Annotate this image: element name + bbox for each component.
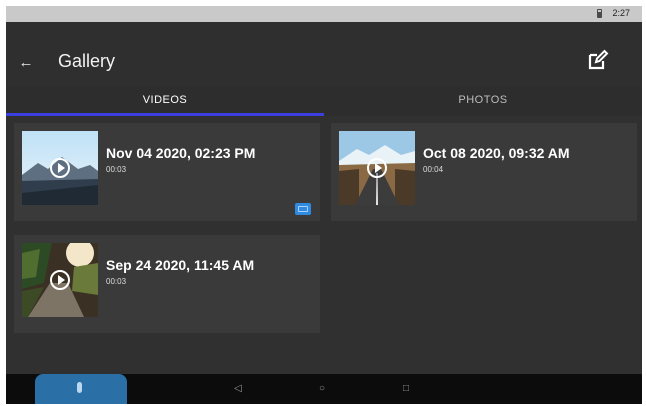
video-card[interactable]: Sep 24 2020, 11:45 AM 00:03 xyxy=(14,235,320,333)
video-duration: 00:03 xyxy=(106,277,127,286)
battery-icon xyxy=(597,9,602,18)
nav-recent-icon[interactable]: □ xyxy=(403,383,409,395)
storage-badge-icon xyxy=(295,203,311,215)
tab-bar: VIDEOS PHOTOS xyxy=(6,86,642,116)
tab-photos-label: PHOTOS xyxy=(458,94,508,106)
video-thumbnail[interactable] xyxy=(22,243,98,317)
video-grid: Nov 04 2020, 02:23 PM 00:03 Oct 08 2020,… xyxy=(6,116,642,374)
status-time: 2:27 xyxy=(612,8,630,18)
video-duration: 00:03 xyxy=(106,165,127,174)
play-icon[interactable] xyxy=(367,158,387,178)
tab-videos[interactable]: VIDEOS xyxy=(6,86,324,116)
video-title: Nov 04 2020, 02:23 PM xyxy=(106,145,256,161)
video-thumbnail[interactable] xyxy=(22,131,98,205)
device-screen: 2:27 ← Gallery VIDEOS PHOTOS Nov 04 2020… xyxy=(6,6,642,404)
nav-home-icon[interactable]: ○ xyxy=(319,383,325,395)
play-icon[interactable] xyxy=(50,270,70,290)
voice-button[interactable] xyxy=(35,374,127,404)
video-duration: 00:04 xyxy=(423,165,444,174)
system-nav-bar: ◁ ○ □ xyxy=(6,374,642,404)
play-icon[interactable] xyxy=(50,158,70,178)
tab-videos-label: VIDEOS xyxy=(142,94,188,106)
tab-photos[interactable]: PHOTOS xyxy=(324,86,642,116)
video-title: Oct 08 2020, 09:32 AM xyxy=(423,145,570,161)
video-card[interactable]: Nov 04 2020, 02:23 PM 00:03 xyxy=(14,123,320,221)
video-thumbnail[interactable] xyxy=(339,131,415,205)
nav-back-icon[interactable]: ◁ xyxy=(234,383,242,395)
page-title: Gallery xyxy=(58,51,116,71)
edit-icon[interactable] xyxy=(586,48,610,72)
back-arrow-icon[interactable]: ← xyxy=(18,55,34,71)
video-card[interactable]: Oct 08 2020, 09:32 AM 00:04 xyxy=(331,123,637,221)
status-bar: 2:27 xyxy=(6,6,642,22)
mic-icon xyxy=(77,382,82,393)
video-title: Sep 24 2020, 11:45 AM xyxy=(106,257,255,273)
app-bar: ← Gallery xyxy=(6,22,642,86)
